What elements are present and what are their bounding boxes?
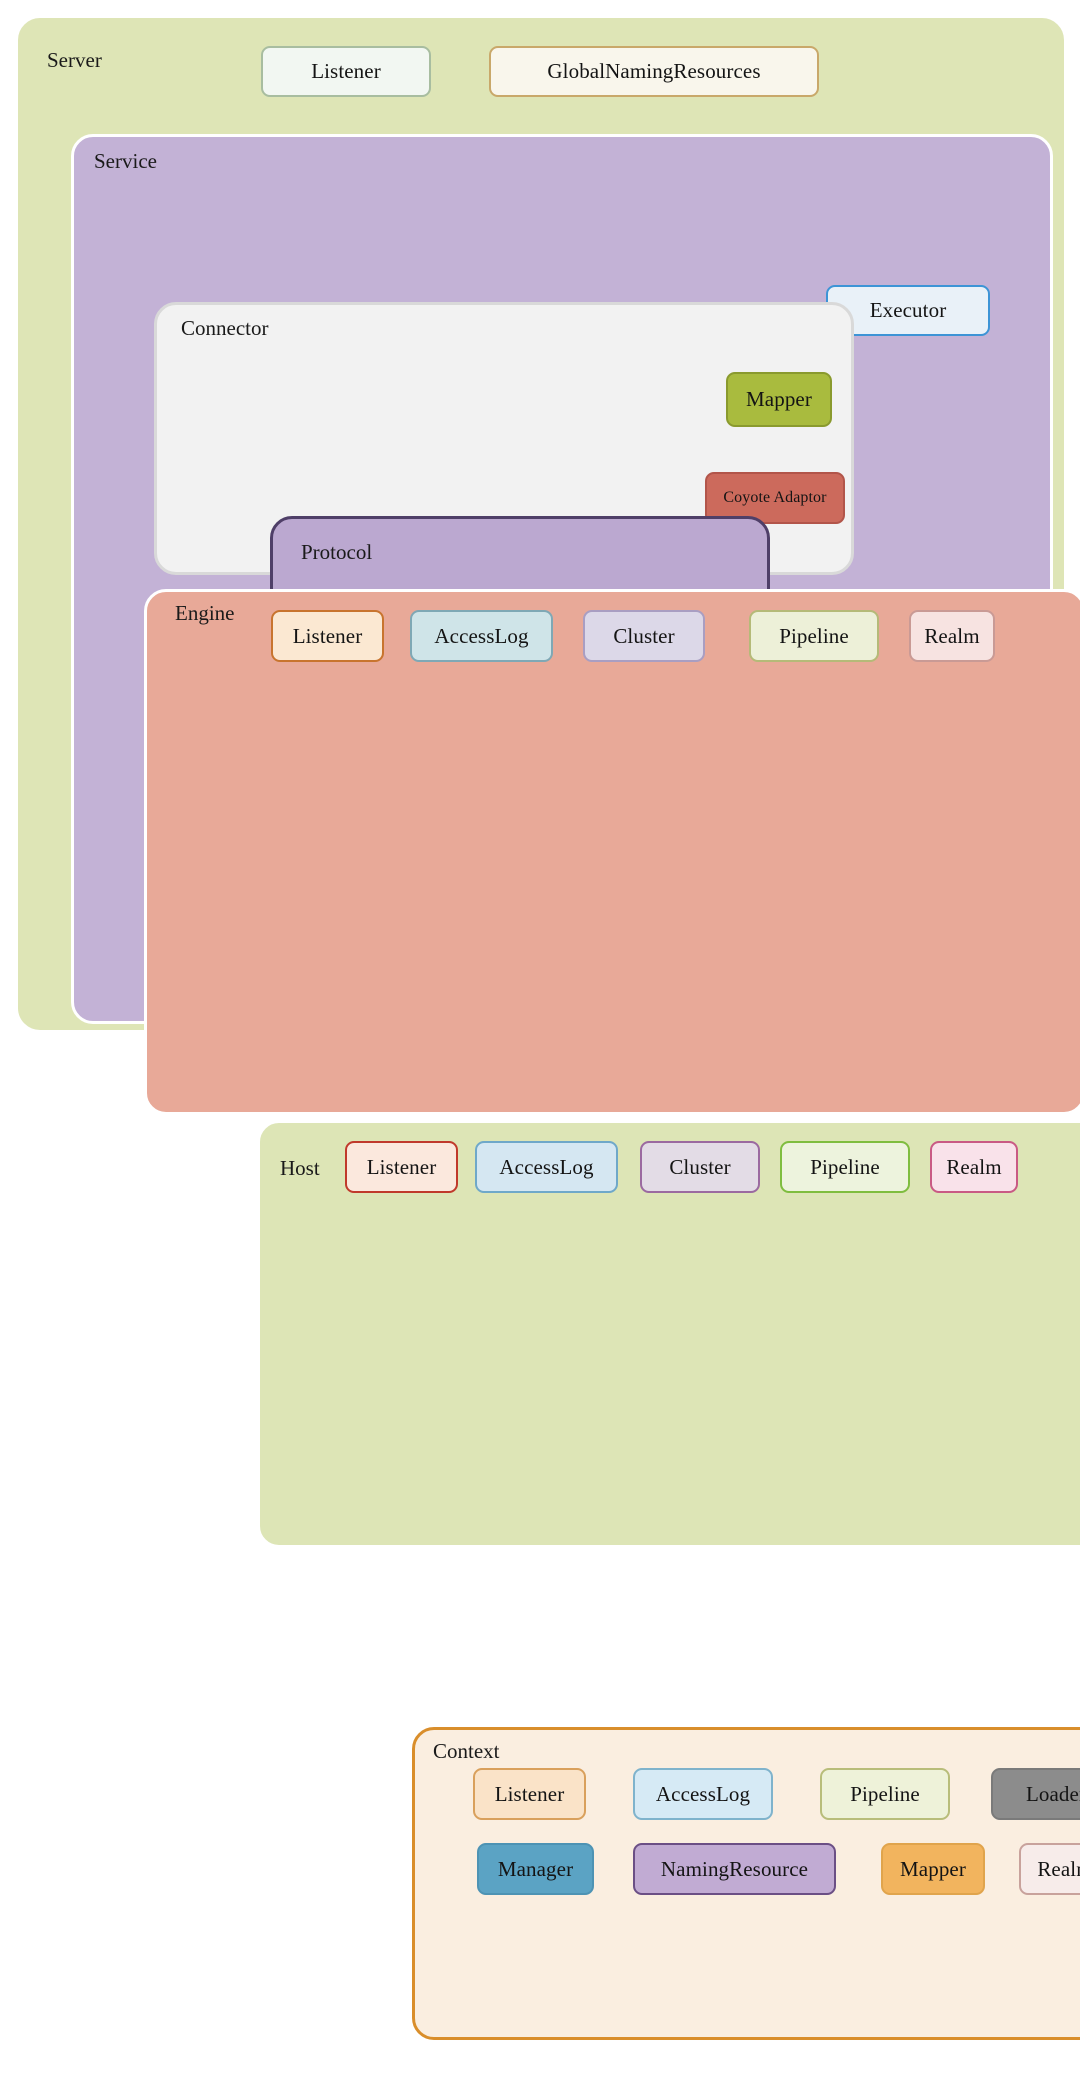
node-engine-listener[interactable]: Listener: [271, 610, 384, 662]
node-context-listener[interactable]: Listener: [473, 1768, 586, 1820]
region-label-engine: Engine: [175, 601, 235, 625]
node-engine-accesslog[interactable]: AccessLog: [410, 610, 553, 662]
diagram-canvas: Server Listener GlobalNamingResources Se…: [0, 0, 1080, 2040]
region-engine: Engine Listener AccessLog Cluster Pipeli…: [144, 589, 1080, 2040]
region-label-service: Service: [94, 149, 157, 173]
node-host-accesslog[interactable]: AccessLog: [475, 1141, 618, 1193]
region-label-connector: Connector: [181, 316, 269, 340]
node-host-listener[interactable]: Listener: [345, 1141, 458, 1193]
node-context-namingresource[interactable]: NamingResource: [633, 1843, 836, 1895]
node-context-accesslog[interactable]: AccessLog: [633, 1768, 773, 1820]
region-host: Host Listener AccessLog Cluster Pipeline…: [257, 1120, 1080, 2040]
node-server-listener[interactable]: Listener: [261, 46, 431, 97]
region-context: Context Listener AccessLog Pipeline Load…: [412, 1727, 1080, 2040]
node-context-mapper[interactable]: Mapper: [881, 1843, 985, 1895]
region-label-host: Host: [280, 1156, 320, 1180]
node-host-cluster[interactable]: Cluster: [640, 1141, 760, 1193]
node-context-realm[interactable]: Realm: [1019, 1843, 1080, 1895]
node-host-realm[interactable]: Realm: [930, 1141, 1018, 1193]
node-context-loader[interactable]: Loader: [991, 1768, 1080, 1820]
region-label-server: Server: [47, 48, 102, 72]
region-label-protocol: Protocol: [301, 540, 373, 564]
region-connector: Connector Mapper Coyote Adaptor Protocol…: [154, 302, 854, 898]
region-label-context: Context: [433, 1739, 500, 1763]
node-engine-realm[interactable]: Realm: [909, 610, 995, 662]
node-global-naming-resources[interactable]: GlobalNamingResources: [489, 46, 819, 97]
node-context-manager[interactable]: Manager: [477, 1843, 594, 1895]
node-engine-pipeline[interactable]: Pipeline: [749, 610, 879, 662]
node-host-pipeline[interactable]: Pipeline: [780, 1141, 910, 1193]
node-mapper-connector[interactable]: Mapper: [726, 372, 832, 427]
node-engine-cluster[interactable]: Cluster: [583, 610, 705, 662]
region-service: Service Executor Connector Mapper Coyote…: [71, 134, 1080, 2040]
node-context-pipeline[interactable]: Pipeline: [820, 1768, 950, 1820]
region-server: Server Listener GlobalNamingResources Se…: [18, 18, 1080, 2040]
